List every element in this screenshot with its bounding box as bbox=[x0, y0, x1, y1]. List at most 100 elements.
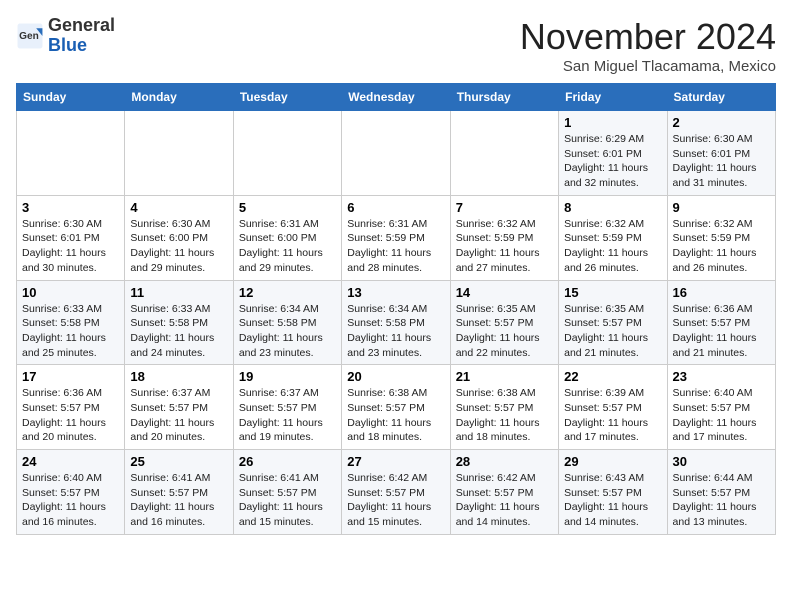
calendar-cell: 20 Sunrise: 6:38 AM Sunset: 5:57 PM Dayli… bbox=[342, 365, 450, 450]
weekday-header-wednesday: Wednesday bbox=[342, 84, 450, 111]
day-info: Sunrise: 6:35 AM Sunset: 5:57 PM Dayligh… bbox=[456, 302, 553, 361]
calendar-cell: 22 Sunrise: 6:39 AM Sunset: 5:57 PM Dayli… bbox=[559, 365, 667, 450]
calendar-week-5: 24 Sunrise: 6:40 AM Sunset: 5:57 PM Dayli… bbox=[17, 450, 776, 535]
day-info: Sunrise: 6:31 AM Sunset: 6:00 PM Dayligh… bbox=[239, 217, 336, 276]
calendar-cell: 13 Sunrise: 6:34 AM Sunset: 5:58 PM Dayli… bbox=[342, 280, 450, 365]
logo-general-text: General bbox=[48, 15, 115, 35]
day-info: Sunrise: 6:32 AM Sunset: 5:59 PM Dayligh… bbox=[673, 217, 770, 276]
day-number: 11 bbox=[130, 285, 227, 300]
calendar-cell: 2Sunrise: 6:30 AM Sunset: 6:01 PM Daylig… bbox=[667, 111, 775, 196]
calendar-cell: 23Sunrise: 6:40 AM Sunset: 5:57 PM Dayli… bbox=[667, 365, 775, 450]
day-info: Sunrise: 6:30 AM Sunset: 6:00 PM Dayligh… bbox=[130, 217, 227, 276]
day-number: 13 bbox=[347, 285, 444, 300]
day-info: Sunrise: 6:30 AM Sunset: 6:01 PM Dayligh… bbox=[673, 132, 770, 191]
day-number: 8 bbox=[564, 200, 661, 215]
weekday-header-monday: Monday bbox=[125, 84, 233, 111]
calendar-week-1: 1 Sunrise: 6:29 AM Sunset: 6:01 PM Daylig… bbox=[17, 111, 776, 196]
day-info: Sunrise: 6:30 AM Sunset: 6:01 PM Dayligh… bbox=[22, 217, 119, 276]
calendar-cell: 17Sunrise: 6:36 AM Sunset: 5:57 PM Dayli… bbox=[17, 365, 125, 450]
day-number: 14 bbox=[456, 285, 553, 300]
calendar-cell: 6 Sunrise: 6:31 AM Sunset: 5:59 PM Daylig… bbox=[342, 195, 450, 280]
day-info: Sunrise: 6:38 AM Sunset: 5:57 PM Dayligh… bbox=[347, 386, 444, 445]
day-info: Sunrise: 6:36 AM Sunset: 5:57 PM Dayligh… bbox=[673, 302, 770, 361]
calendar-cell: 7Sunrise: 6:32 AM Sunset: 5:59 PM Daylig… bbox=[450, 195, 558, 280]
calendar-cell bbox=[342, 111, 450, 196]
calendar-cell: 1 Sunrise: 6:29 AM Sunset: 6:01 PM Daylig… bbox=[559, 111, 667, 196]
calendar-week-3: 10 Sunrise: 6:33 AM Sunset: 5:58 PM Dayli… bbox=[17, 280, 776, 365]
calendar-cell: 5 Sunrise: 6:31 AM Sunset: 6:00 PM Daylig… bbox=[233, 195, 341, 280]
weekday-header-saturday: Saturday bbox=[667, 84, 775, 111]
calendar-cell: 19Sunrise: 6:37 AM Sunset: 5:57 PM Dayli… bbox=[233, 365, 341, 450]
day-info: Sunrise: 6:41 AM Sunset: 5:57 PM Dayligh… bbox=[239, 471, 336, 530]
day-info: Sunrise: 6:31 AM Sunset: 5:59 PM Dayligh… bbox=[347, 217, 444, 276]
calendar-cell: 24 Sunrise: 6:40 AM Sunset: 5:57 PM Dayli… bbox=[17, 450, 125, 535]
calendar-cell: 26 Sunrise: 6:41 AM Sunset: 5:57 PM Dayli… bbox=[233, 450, 341, 535]
weekday-header-thursday: Thursday bbox=[450, 84, 558, 111]
calendar-cell: 27 Sunrise: 6:42 AM Sunset: 5:57 PM Dayli… bbox=[342, 450, 450, 535]
day-info: Sunrise: 6:35 AM Sunset: 5:57 PM Dayligh… bbox=[564, 302, 661, 361]
calendar-cell: 4Sunrise: 6:30 AM Sunset: 6:00 PM Daylig… bbox=[125, 195, 233, 280]
calendar-cell: 30Sunrise: 6:44 AM Sunset: 5:57 PM Dayli… bbox=[667, 450, 775, 535]
calendar-cell: 14 Sunrise: 6:35 AM Sunset: 5:57 PM Dayli… bbox=[450, 280, 558, 365]
day-number: 9 bbox=[673, 200, 770, 215]
calendar-cell: 3Sunrise: 6:30 AM Sunset: 6:01 PM Daylig… bbox=[17, 195, 125, 280]
calendar-cell bbox=[17, 111, 125, 196]
weekday-header-sunday: Sunday bbox=[17, 84, 125, 111]
day-info: Sunrise: 6:43 AM Sunset: 5:57 PM Dayligh… bbox=[564, 471, 661, 530]
calendar-cell: 15 Sunrise: 6:35 AM Sunset: 5:57 PM Dayli… bbox=[559, 280, 667, 365]
day-number: 22 bbox=[564, 369, 661, 384]
day-number: 16 bbox=[673, 285, 770, 300]
calendar-cell: 10Sunrise: 6:33 AM Sunset: 5:58 PM Dayli… bbox=[17, 280, 125, 365]
day-info: Sunrise: 6:34 AM Sunset: 5:58 PM Dayligh… bbox=[239, 302, 336, 361]
day-number: 6 bbox=[347, 200, 444, 215]
day-info: Sunrise: 6:33 AM Sunset: 5:58 PM Dayligh… bbox=[130, 302, 227, 361]
calendar-header: SundayMondayTuesdayWednesdayThursdayFrid… bbox=[17, 84, 776, 111]
day-number: 26 bbox=[239, 454, 336, 469]
weekday-header-row: SundayMondayTuesdayWednesdayThursdayFrid… bbox=[17, 84, 776, 111]
calendar-cell: 11 Sunrise: 6:33 AM Sunset: 5:58 PM Dayli… bbox=[125, 280, 233, 365]
calendar-cell: 16 Sunrise: 6:36 AM Sunset: 5:57 PM Dayli… bbox=[667, 280, 775, 365]
day-info: Sunrise: 6:36 AM Sunset: 5:57 PM Dayligh… bbox=[22, 386, 119, 445]
logo-blue-text: Blue bbox=[48, 35, 87, 55]
day-number: 24 bbox=[22, 454, 119, 469]
day-info: Sunrise: 6:37 AM Sunset: 5:57 PM Dayligh… bbox=[130, 386, 227, 445]
calendar-cell: 25Sunrise: 6:41 AM Sunset: 5:57 PM Dayli… bbox=[125, 450, 233, 535]
day-info: Sunrise: 6:34 AM Sunset: 5:58 PM Dayligh… bbox=[347, 302, 444, 361]
logo: Gen General Blue bbox=[16, 16, 115, 56]
location-subtitle: San Miguel Tlacamama, Mexico bbox=[520, 58, 776, 75]
svg-text:Gen: Gen bbox=[19, 31, 39, 42]
day-number: 1 bbox=[564, 115, 661, 130]
day-number: 18 bbox=[130, 369, 227, 384]
calendar-cell: 28Sunrise: 6:42 AM Sunset: 5:57 PM Dayli… bbox=[450, 450, 558, 535]
day-info: Sunrise: 6:44 AM Sunset: 5:57 PM Dayligh… bbox=[673, 471, 770, 530]
calendar-cell: 9 Sunrise: 6:32 AM Sunset: 5:59 PM Daylig… bbox=[667, 195, 775, 280]
title-block: November 2024 San Miguel Tlacamama, Mexi… bbox=[520, 16, 776, 75]
calendar-cell: 29 Sunrise: 6:43 AM Sunset: 5:57 PM Dayli… bbox=[559, 450, 667, 535]
day-info: Sunrise: 6:32 AM Sunset: 5:59 PM Dayligh… bbox=[564, 217, 661, 276]
calendar-cell: 18 Sunrise: 6:37 AM Sunset: 5:57 PM Dayli… bbox=[125, 365, 233, 450]
day-info: Sunrise: 6:29 AM Sunset: 6:01 PM Dayligh… bbox=[564, 132, 661, 191]
calendar-table: SundayMondayTuesdayWednesdayThursdayFrid… bbox=[16, 83, 776, 535]
calendar-cell bbox=[450, 111, 558, 196]
month-title: November 2024 bbox=[520, 16, 776, 58]
calendar-cell: 8 Sunrise: 6:32 AM Sunset: 5:59 PM Daylig… bbox=[559, 195, 667, 280]
day-number: 20 bbox=[347, 369, 444, 384]
day-number: 27 bbox=[347, 454, 444, 469]
calendar-week-2: 3Sunrise: 6:30 AM Sunset: 6:01 PM Daylig… bbox=[17, 195, 776, 280]
day-number: 29 bbox=[564, 454, 661, 469]
day-info: Sunrise: 6:38 AM Sunset: 5:57 PM Dayligh… bbox=[456, 386, 553, 445]
day-info: Sunrise: 6:42 AM Sunset: 5:57 PM Dayligh… bbox=[347, 471, 444, 530]
day-number: 5 bbox=[239, 200, 336, 215]
day-info: Sunrise: 6:39 AM Sunset: 5:57 PM Dayligh… bbox=[564, 386, 661, 445]
day-number: 10 bbox=[22, 285, 119, 300]
calendar-cell: 12Sunrise: 6:34 AM Sunset: 5:58 PM Dayli… bbox=[233, 280, 341, 365]
day-number: 15 bbox=[564, 285, 661, 300]
day-info: Sunrise: 6:32 AM Sunset: 5:59 PM Dayligh… bbox=[456, 217, 553, 276]
day-info: Sunrise: 6:37 AM Sunset: 5:57 PM Dayligh… bbox=[239, 386, 336, 445]
day-number: 28 bbox=[456, 454, 553, 469]
logo-icon: Gen bbox=[16, 22, 44, 50]
day-number: 23 bbox=[673, 369, 770, 384]
day-info: Sunrise: 6:40 AM Sunset: 5:57 PM Dayligh… bbox=[22, 471, 119, 530]
calendar-cell bbox=[233, 111, 341, 196]
weekday-header-tuesday: Tuesday bbox=[233, 84, 341, 111]
